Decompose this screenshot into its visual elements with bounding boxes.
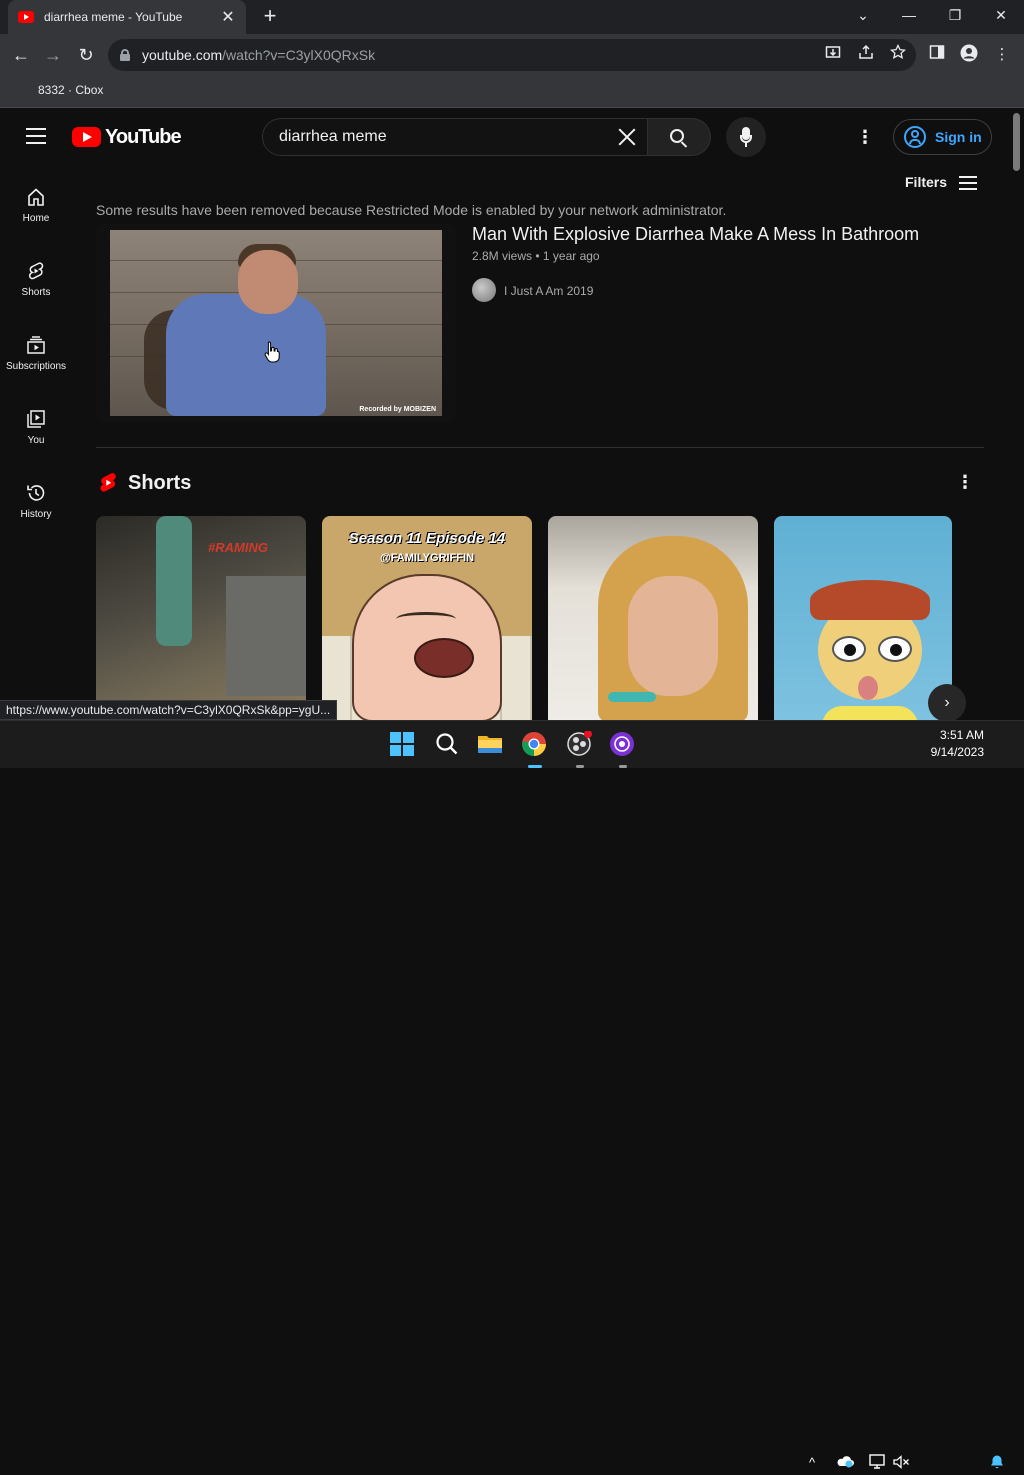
sign-in-label: Sign in: [935, 129, 982, 145]
youtube-favicon-icon: [18, 11, 34, 23]
thumbnail-image: Recorded by MOBIZEN: [110, 230, 442, 416]
side-panel-icon[interactable]: [926, 44, 948, 66]
profile-icon[interactable]: [958, 44, 980, 66]
sidebar-item-label: You: [27, 435, 45, 446]
browser-tab-strip: diarrhea meme - YouTube ✕ + ⌄ — ❐ ✕: [0, 0, 1024, 34]
url-path: /watch?v=C3ylX0QRxSk: [222, 47, 376, 63]
restricted-mode-notice: Some results have been removed because R…: [96, 202, 727, 218]
scrollbar-thumb[interactable]: [1013, 113, 1020, 171]
link-status-url: https://www.youtube.com/watch?v=C3ylX0QR…: [0, 700, 338, 720]
youtube-logo-text: YouTube: [105, 125, 182, 148]
lock-icon[interactable]: [120, 49, 130, 61]
search-input[interactable]: diarrhea meme: [262, 118, 648, 156]
short-thumbnail[interactable]: [774, 516, 952, 722]
short-thumbnail[interactable]: Season 11 Episode 14 @FAMILYGRIFFIN: [322, 516, 532, 722]
youtube-logo[interactable]: YouTube: [72, 125, 182, 149]
tray-overflow-icon[interactable]: ^: [803, 1454, 821, 1472]
file-explorer-icon[interactable]: [477, 731, 505, 759]
onedrive-icon[interactable]: [836, 1454, 854, 1472]
shorts-shelf-title: Shorts: [128, 472, 192, 494]
page-scrollbar[interactable]: [1010, 109, 1024, 720]
taskbar-clock-date[interactable]: 9/14/2023: [920, 745, 984, 759]
reload-button[interactable]: ↻: [73, 42, 99, 68]
you-icon: [26, 409, 46, 429]
taskbar-clock-time[interactable]: 3:51 AM: [928, 728, 984, 742]
video-thumbnail[interactable]: Recorded by MOBIZEN: [96, 224, 456, 422]
minimize-button[interactable]: —: [897, 4, 921, 26]
forward-button[interactable]: →: [40, 42, 66, 68]
search-query: diarrhea meme: [279, 128, 387, 145]
sidebar-item-label: Shorts: [21, 287, 51, 298]
address-bar[interactable]: youtube.com /watch?v=C3ylX0QRxSk: [108, 39, 916, 71]
settings-menu-icon[interactable]: ⋮: [856, 125, 874, 149]
sidebar-item-label: Home: [22, 213, 50, 224]
short-thumbnail[interactable]: [548, 516, 758, 722]
filters-label: Filters: [905, 174, 948, 190]
sign-in-button[interactable]: Sign in: [893, 119, 992, 155]
sidebar-item-home[interactable]: Home: [0, 187, 72, 249]
filters-button[interactable]: Filters: [905, 174, 978, 190]
voice-search-button[interactable]: [726, 117, 766, 157]
subscriptions-icon: [26, 335, 46, 355]
clear-search-icon[interactable]: [615, 125, 639, 149]
podcast-app-icon[interactable]: [609, 731, 637, 768]
tab-close-icon[interactable]: ✕: [220, 7, 236, 27]
install-app-icon[interactable]: [822, 44, 844, 66]
history-icon: [26, 483, 46, 503]
url-host: youtube.com: [142, 47, 223, 63]
account-icon: [904, 126, 926, 148]
close-window-button[interactable]: ✕: [989, 4, 1013, 26]
channel-name[interactable]: I Just A Am 2019: [504, 284, 593, 298]
bookmark-item[interactable]: 8332 · Cbox: [38, 83, 103, 97]
thumbnail-watermark: Recorded by MOBIZEN: [359, 406, 436, 413]
network-icon[interactable]: [868, 1454, 886, 1472]
new-tab-button[interactable]: +: [258, 4, 282, 28]
youtube-logo-icon: [72, 127, 101, 147]
browser-toolbar: ← → ↻ youtube.com /watch?v=C3ylX0QRxSk ⋮: [0, 34, 1024, 76]
windows-start-icon[interactable]: [389, 731, 417, 759]
shorts-menu-icon[interactable]: ⋮: [956, 470, 974, 494]
sidebar-item-label: History: [20, 509, 52, 520]
short-overlay-text: Season 11 Episode 14: [348, 530, 506, 547]
sidebar-item-shorts[interactable]: Shorts: [0, 261, 72, 323]
shorts-next-button[interactable]: ›: [928, 684, 966, 722]
sidebar-item-label: Subscriptions: [5, 361, 67, 372]
tab-search-dropdown-icon[interactable]: ⌄: [851, 4, 875, 26]
section-divider: [96, 447, 984, 448]
restore-button[interactable]: ❐: [943, 4, 967, 26]
back-button[interactable]: ←: [8, 42, 34, 68]
browser-tab[interactable]: diarrhea meme - YouTube ✕: [8, 0, 246, 34]
sidebar-item-you[interactable]: You: [0, 409, 72, 471]
sidebar-item-subscriptions[interactable]: Subscriptions: [0, 335, 72, 397]
obs-icon[interactable]: [566, 730, 594, 768]
bookmarks-bar: 8332 · Cbox: [0, 76, 1024, 108]
browser-menu-icon[interactable]: ⋮: [991, 44, 1013, 66]
youtube-masthead: YouTube diarrhea meme ⋮ Sign in: [0, 109, 1010, 165]
chrome-icon[interactable]: [521, 731, 549, 768]
share-icon[interactable]: [855, 44, 877, 66]
sidebar-item-history[interactable]: History: [0, 483, 72, 545]
short-overlay-subtext: @FAMILYGRIFFIN: [379, 552, 475, 564]
hamburger-menu-icon[interactable]: [26, 128, 46, 144]
volume-muted-icon[interactable]: [892, 1454, 910, 1472]
channel-avatar[interactable]: [472, 278, 496, 302]
search-button[interactable]: [648, 118, 711, 156]
windows-taskbar: ^: [0, 720, 1024, 1470]
hand-cursor-icon: [264, 341, 280, 363]
short-overlay-text: #RAMING: [208, 540, 268, 555]
taskbar-search-icon[interactable]: [434, 731, 462, 759]
shorts-logo-icon: [100, 473, 116, 492]
tab-title: diarrhea meme - YouTube: [44, 10, 183, 24]
filter-sliders-icon: [959, 174, 978, 190]
notifications-bell-icon[interactable]: [988, 1454, 1006, 1472]
video-metadata: 2.8M views • 1 year ago: [472, 249, 600, 263]
bookmark-star-icon[interactable]: [887, 43, 909, 66]
shorts-icon: [26, 261, 46, 281]
video-title[interactable]: Man With Explosive Diarrhea Make A Mess …: [472, 224, 919, 245]
short-thumbnail[interactable]: #RAMING: [96, 516, 306, 722]
home-icon: [26, 187, 46, 207]
